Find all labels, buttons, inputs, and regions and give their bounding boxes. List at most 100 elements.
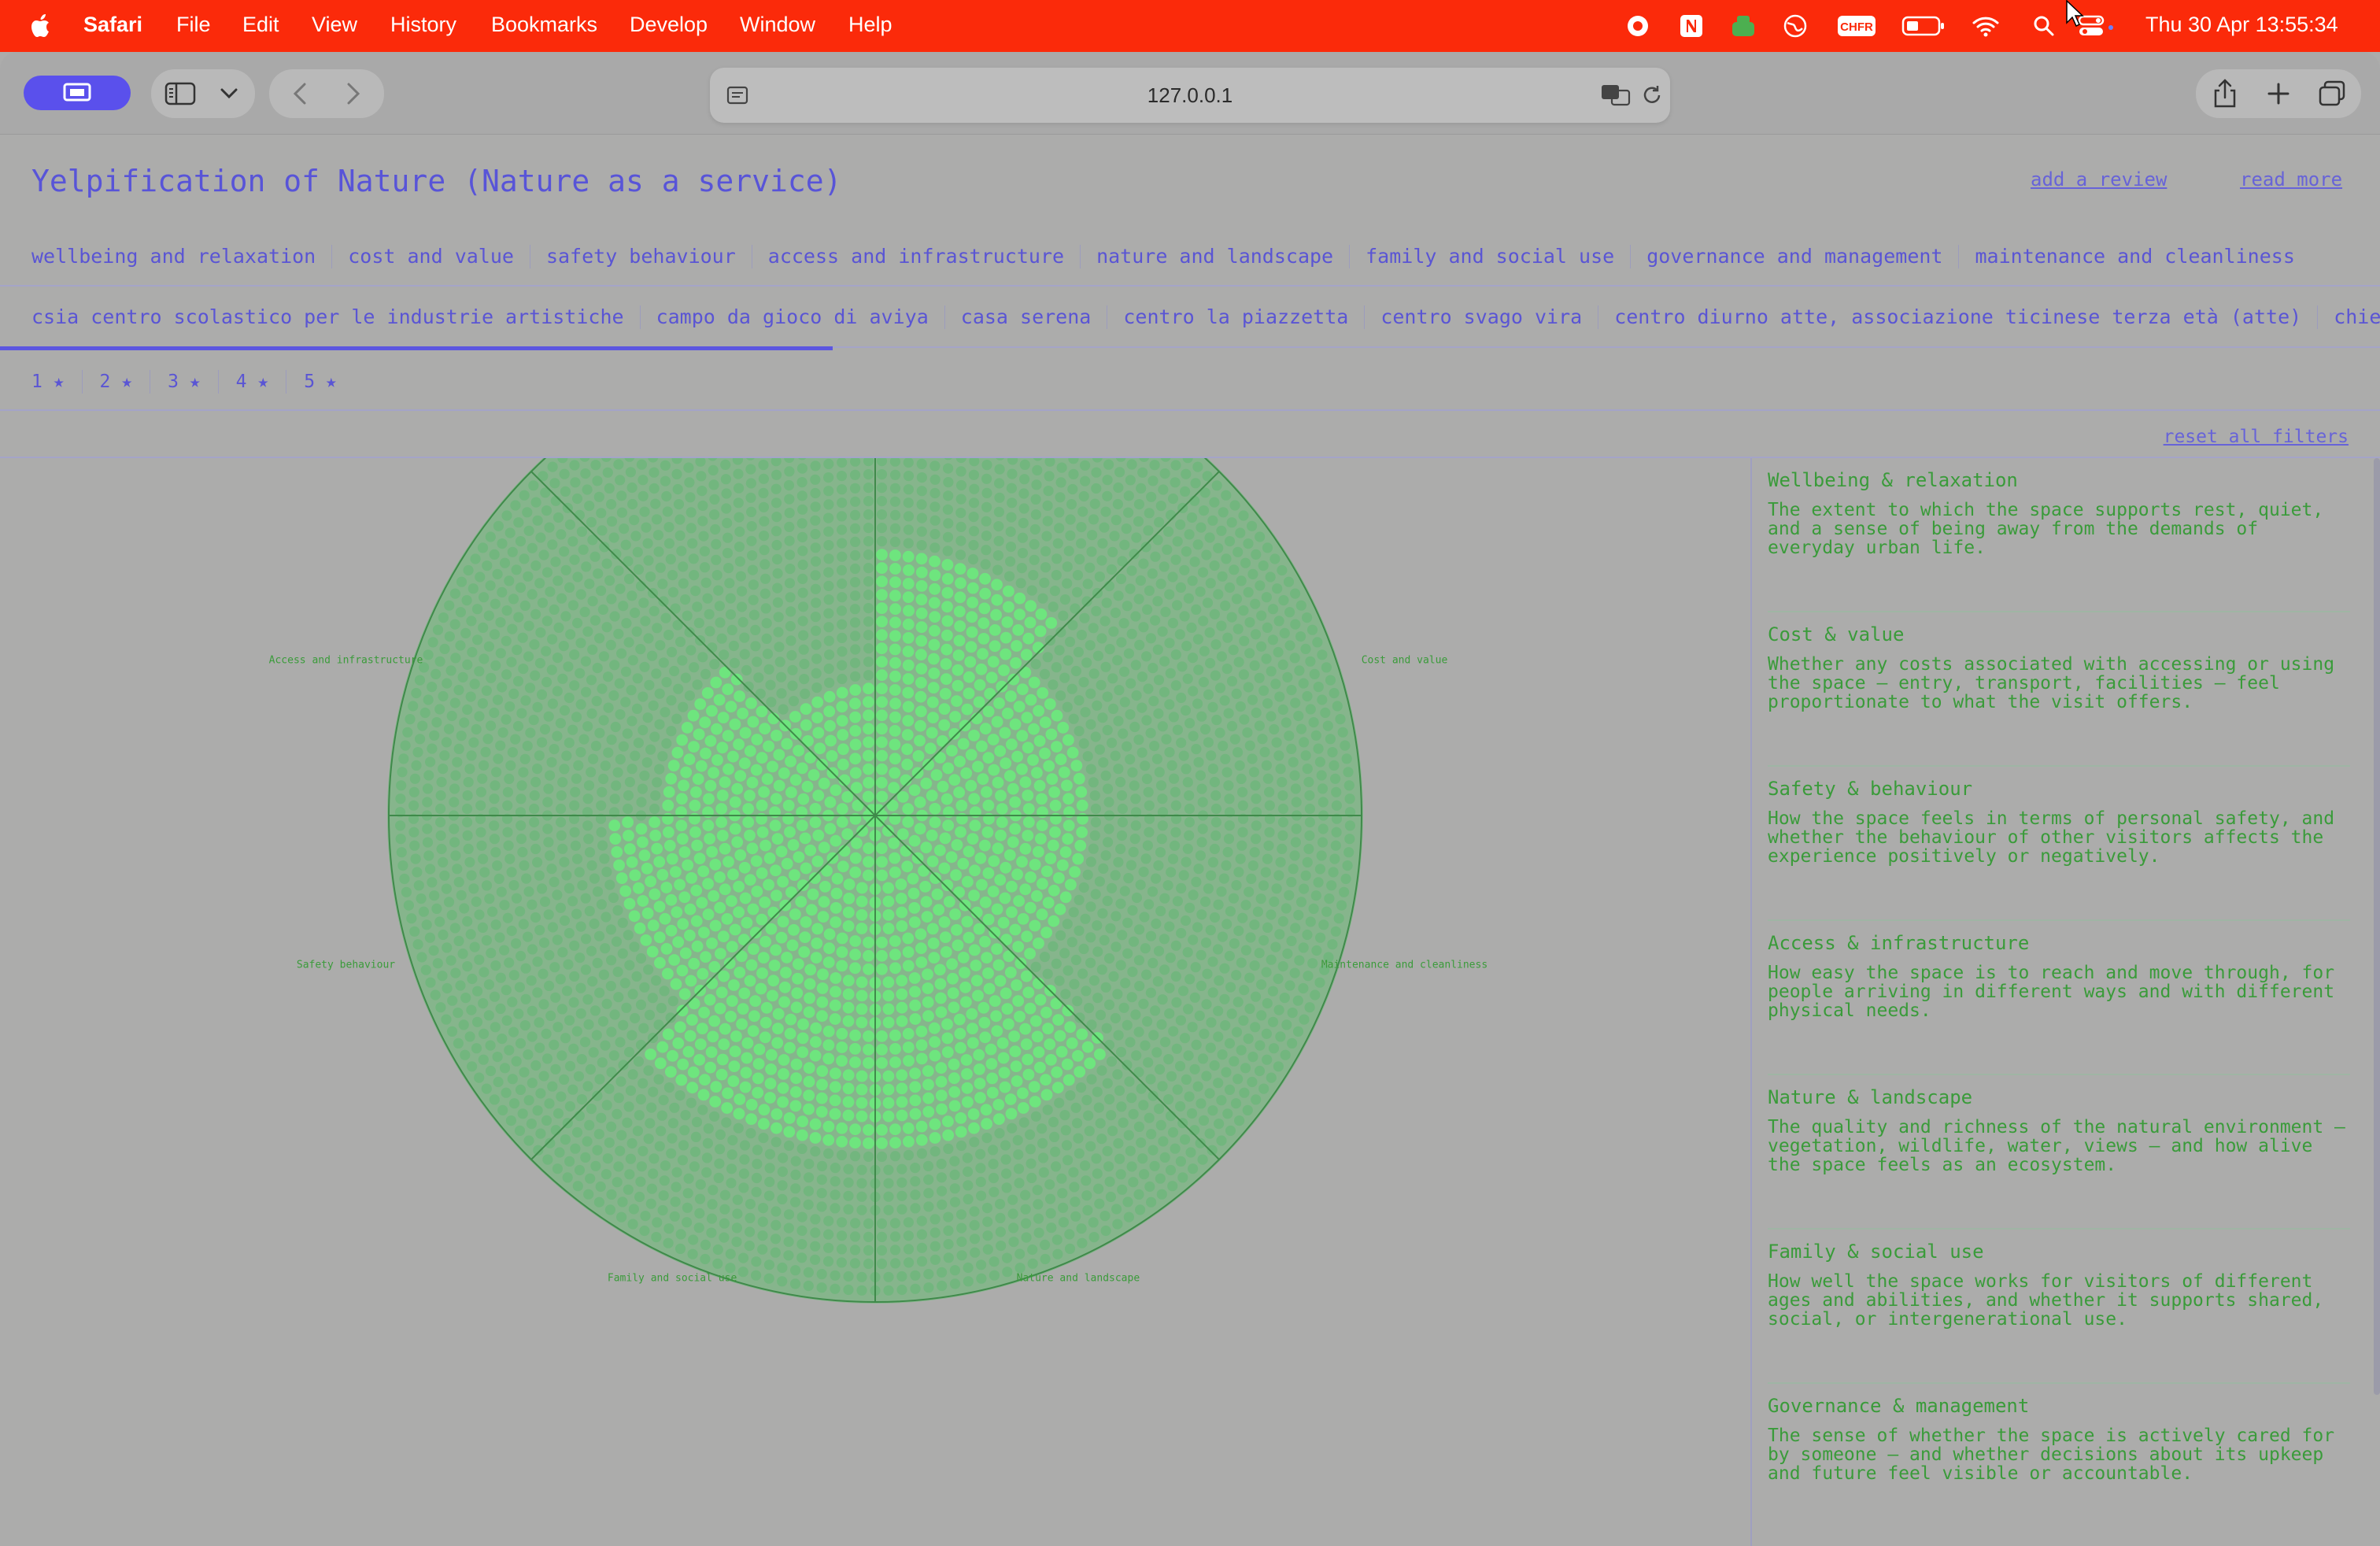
filter-stars-1[interactable]: 1 ★ (0, 370, 83, 394)
side-panel-scrollbar[interactable] (2374, 458, 2380, 1395)
filter-category-cost[interactable]: cost and value (332, 245, 530, 268)
battery-icon[interactable] (1901, 11, 1946, 41)
record-icon[interactable] (1623, 11, 1653, 41)
add-review-link[interactable]: add a review (2031, 168, 2167, 190)
chart-dot (626, 1137, 638, 1149)
chart-dot (752, 1159, 763, 1170)
chart-dot (667, 570, 678, 581)
filter-place[interactable]: centro svago vira (1365, 305, 1599, 329)
forward-icon[interactable] (340, 80, 367, 107)
chart-dot (601, 867, 612, 878)
chart-dot (1007, 673, 1020, 686)
share-icon[interactable] (2210, 79, 2240, 109)
chart-dot (842, 1001, 855, 1014)
menu-clock[interactable]: Thu 30 Apr 13:55:34 (2145, 13, 2338, 37)
filter-category-nature[interactable]: nature and landscape (1081, 245, 1351, 268)
menu-bookmarks[interactable]: Bookmarks (491, 13, 597, 37)
wifi-icon[interactable] (1971, 11, 2001, 41)
chart-dot (938, 862, 951, 875)
filter-stars-4[interactable]: 4 ★ (219, 370, 287, 394)
url-text[interactable]: 127.0.0.1 (710, 83, 1670, 108)
reset-filters-link[interactable]: reset all filters (2164, 427, 2349, 447)
chart-dot (1258, 685, 1269, 696)
chart-dot (599, 542, 610, 553)
reload-icon[interactable] (1639, 82, 1665, 109)
chart-dot (933, 844, 946, 856)
filter-place[interactable]: centro diurno atte, associazione ticines… (1598, 305, 2319, 329)
chart-dot (889, 738, 901, 751)
menu-window[interactable]: Window (740, 13, 815, 37)
menu-file[interactable]: File (176, 13, 211, 37)
filter-stars-2[interactable]: 2 ★ (83, 370, 151, 394)
globe-icon[interactable] (1780, 11, 1810, 41)
menu-view[interactable]: View (312, 13, 357, 37)
chart-dot (541, 505, 552, 516)
chart-dot (896, 906, 908, 919)
chart-dot (849, 604, 860, 615)
chart-dot (667, 646, 678, 657)
menu-edit[interactable]: Edit (242, 13, 279, 37)
chart-dot (938, 916, 951, 928)
notion-icon[interactable] (1676, 11, 1706, 41)
chart-dot (1129, 834, 1140, 845)
menu-help[interactable]: Help (848, 13, 893, 37)
filter-category-family[interactable]: family and social use (1350, 245, 1632, 268)
chart-dot (1096, 679, 1107, 690)
chart-dot (564, 1015, 575, 1026)
chart-dot (1119, 539, 1130, 550)
filter-category-wellbeing[interactable]: wellbeing and relaxation (0, 245, 333, 268)
place-bar-scroll-indicator[interactable] (0, 346, 833, 350)
chart-dot (722, 763, 734, 775)
chart-dot (1192, 922, 1203, 933)
filter-category-access[interactable]: access and infrastructure (752, 245, 1081, 268)
menu-history[interactable]: History (390, 13, 456, 37)
filter-category-governance[interactable]: governance and management (1631, 245, 1960, 268)
chart-dot (1189, 992, 1200, 1003)
chart-dot (968, 730, 980, 742)
address-bar[interactable]: 127.0.0.1 (710, 68, 1670, 123)
chart-dot (512, 720, 524, 732)
chart-dot (1051, 1082, 1064, 1094)
translate-icon[interactable] (1599, 82, 1632, 109)
chart-dot (963, 931, 975, 944)
menu-app-name[interactable]: Safari (83, 13, 142, 37)
chart-dot (927, 938, 940, 949)
chart-dot (1251, 707, 1262, 719)
filter-place[interactable]: campo da gioco di aviya (641, 305, 945, 329)
apple-icon[interactable] (27, 11, 57, 41)
search-icon[interactable] (2029, 11, 2059, 41)
filter-place[interactable]: csia centro scolastico per le industrie … (0, 305, 641, 329)
profile-button[interactable] (24, 76, 131, 110)
back-icon[interactable] (286, 80, 313, 107)
filter-place[interactable]: casa serena (945, 305, 1108, 329)
chart-dot (1085, 688, 1096, 699)
chart-dot (1289, 653, 1300, 664)
chart-dot (571, 773, 582, 784)
chart-dot (1089, 790, 1100, 801)
chart-dot (823, 540, 834, 551)
filter-category-safety[interactable]: safety behaviour (530, 245, 752, 268)
chart-dot (423, 850, 434, 861)
filter-stars-5[interactable]: 5 ★ (286, 370, 354, 394)
chart-dot (646, 1102, 657, 1113)
chart-dot (937, 1267, 948, 1278)
read-more-link[interactable]: read more (2240, 168, 2342, 190)
filter-place[interactable]: chiesa santa (2318, 305, 2380, 329)
filter-category-maintenance[interactable]: maintenance and cleanliness (1959, 245, 2310, 268)
chfr-icon[interactable]: CHFR (1837, 11, 1876, 41)
filter-stars-3[interactable]: 3 ★ (150, 370, 219, 394)
chart-dot (1051, 662, 1062, 673)
chart-dot (1157, 793, 1168, 804)
menu-develop[interactable]: Develop (630, 13, 708, 37)
game-controller-icon[interactable] (1728, 11, 1758, 41)
sidebar-icon[interactable] (164, 80, 197, 107)
chart-dot (678, 578, 689, 589)
new-tab-icon[interactable] (2265, 80, 2292, 107)
filter-place[interactable]: centro la piazzetta (1107, 305, 1366, 329)
chart-dot (1122, 948, 1133, 959)
chart-dot (1084, 1126, 1095, 1137)
chart-dot (581, 934, 592, 945)
tab-overview-icon[interactable] (2317, 80, 2347, 107)
chevron-down-icon[interactable] (217, 83, 241, 104)
chart-dot (1244, 972, 1255, 983)
